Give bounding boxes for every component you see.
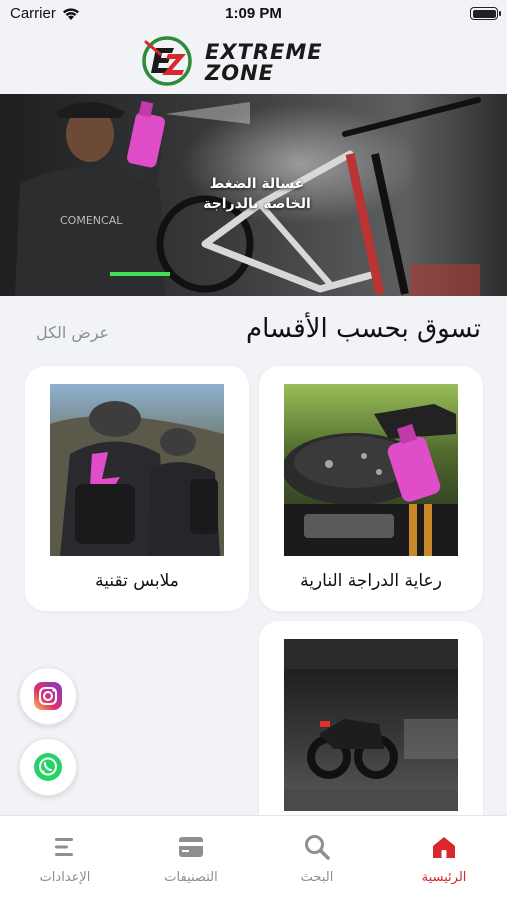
section-title: تسوق بحسب الأقسام	[245, 314, 481, 344]
category-card-technical-apparel[interactable]: ملابس تقنية	[25, 366, 249, 611]
cyclists-apparel-photo	[50, 384, 224, 556]
instagram-button[interactable]	[19, 667, 77, 725]
home-icon	[433, 837, 455, 858]
tab-settings-label: الإعدادات	[39, 870, 91, 885]
category-label: رعاية الدراجة النارية	[300, 571, 442, 591]
whatsapp-button[interactable]	[19, 738, 77, 796]
hero-caption: غسالة الضغط الخاصة بالدراجة	[203, 176, 311, 212]
battery-icon	[470, 7, 501, 20]
search-icon	[305, 835, 330, 860]
category-label: ملابس تقنية	[95, 571, 179, 591]
clock: 1:09 PM	[225, 5, 282, 22]
categories-icon	[179, 837, 203, 857]
tab-settings[interactable]: الإعدادات	[2, 816, 128, 900]
view-all-link[interactable]: عرض الكل	[36, 323, 109, 342]
brand-logo[interactable]: EXTREME ZONE	[138, 32, 370, 90]
app-header: EXTREME ZONE	[0, 28, 507, 94]
tab-home-label: الرئيسية	[421, 870, 467, 885]
hero-banner[interactable]: COMENCAL غسالة الضغط الخاصة بالدراجة	[0, 94, 507, 296]
tab-categories[interactable]: التصنيفات	[128, 816, 254, 900]
motorcycle-garage-photo	[284, 639, 458, 811]
tab-search[interactable]: البحث	[254, 816, 380, 900]
tab-search-label: البحث	[300, 870, 334, 885]
brand-name-line2: ZONE	[205, 61, 274, 85]
ez-emblem-icon	[142, 36, 192, 86]
tab-categories-label: التصنيفات	[164, 870, 218, 885]
motorcycle-cleaner-photo	[284, 384, 458, 556]
settings-list-icon	[55, 838, 73, 856]
instagram-icon	[34, 682, 62, 710]
whatsapp-icon	[34, 753, 62, 781]
svg-text:COMENCAL: COMENCAL	[60, 214, 123, 227]
tab-home[interactable]: الرئيسية	[381, 816, 507, 900]
category-card-motorcycle-care[interactable]: رعاية الدراجة النارية	[259, 366, 483, 611]
status-bar: Carrier 1:09 PM	[0, 0, 507, 28]
bottom-tab-bar: الرئيسية البحث التصنيفات الإعدادات	[0, 815, 507, 900]
